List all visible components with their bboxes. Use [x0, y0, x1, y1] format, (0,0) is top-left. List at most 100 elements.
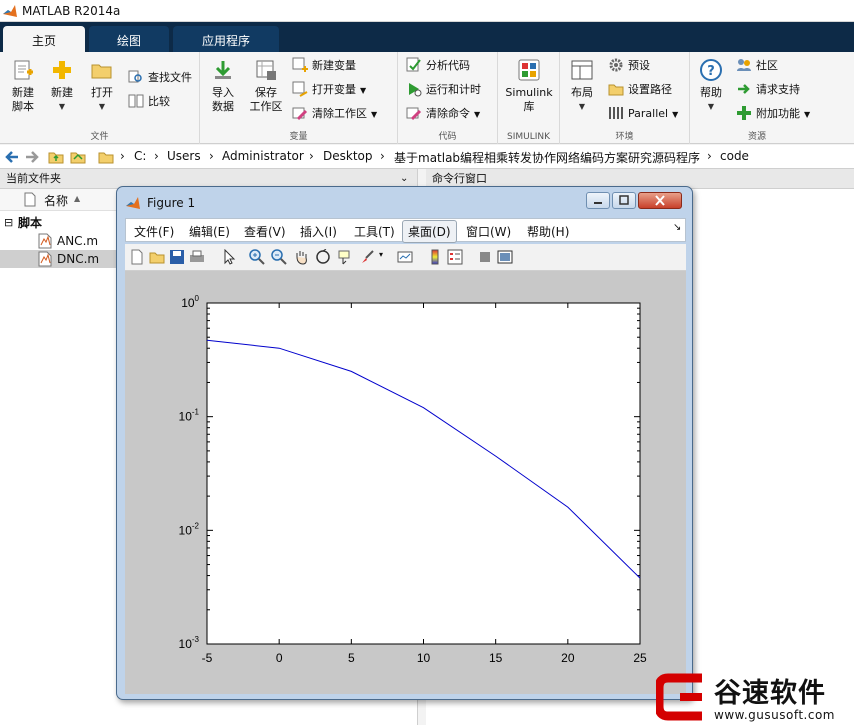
- browse-folder-icon[interactable]: [70, 149, 86, 165]
- zoom-in-icon[interactable]: [249, 249, 265, 265]
- parallel-label: Parallel: [628, 107, 669, 120]
- help-label: 帮助: [700, 86, 722, 99]
- path-segment[interactable]: Desktop: [323, 149, 373, 163]
- forward-arrow-icon[interactable]: [24, 149, 40, 165]
- group-title-file: 文件: [90, 132, 109, 142]
- new-script-button[interactable]: 新建 脚本: [4, 58, 42, 114]
- legend-icon[interactable]: [447, 249, 463, 265]
- request-support-button[interactable]: 请求支持: [736, 80, 800, 100]
- tab-apps[interactable]: 应用程序: [173, 26, 279, 52]
- x-tick-label: 5: [348, 651, 355, 665]
- preferences-button[interactable]: 预设: [608, 56, 650, 76]
- save-icon[interactable]: [169, 249, 185, 265]
- menu-file[interactable]: 文件(F): [134, 223, 174, 240]
- x-tick-label: -5: [202, 651, 213, 665]
- rotate-3d-icon[interactable]: [315, 249, 331, 265]
- maximize-icon: [619, 195, 629, 205]
- open-button[interactable]: 打开 ▼: [84, 58, 120, 114]
- help-button[interactable]: ? 帮助 ▼: [696, 58, 726, 114]
- pointer-icon[interactable]: [221, 249, 237, 265]
- hide-plot-tools-icon[interactable]: [477, 249, 493, 265]
- menu-window[interactable]: 窗口(W): [466, 223, 511, 240]
- colorbar-icon[interactable]: [427, 249, 443, 265]
- command-window-title: 命令行窗口: [432, 172, 487, 185]
- save-workspace-icon: [256, 60, 276, 80]
- ribbon-group-resources: ? 帮助 ▼ 社区 请求支持 附加功能 ▼ 资源: [690, 52, 824, 144]
- new-figure-icon[interactable]: [129, 249, 145, 265]
- parallel-button[interactable]: Parallel ▼: [608, 104, 678, 124]
- analyze-code-button[interactable]: 分析代码: [406, 56, 470, 76]
- name-column-header[interactable]: 名称: [44, 192, 68, 209]
- open-label: 打开: [91, 86, 113, 99]
- run-and-time-label: 运行和计时: [426, 83, 481, 96]
- show-plot-tools-icon[interactable]: [497, 249, 513, 265]
- y-tick-label: 10-3: [179, 635, 200, 651]
- menu-insert[interactable]: 插入(I): [300, 223, 337, 240]
- watermark-name: 谷速软件: [714, 678, 826, 709]
- figure-toolbar: ▾: [125, 244, 686, 271]
- path-segment[interactable]: Administrator: [222, 149, 304, 163]
- clear-workspace-icon: [292, 107, 308, 121]
- group-title-environment: 环境: [615, 132, 634, 142]
- menu-desktop[interactable]: 桌面(D): [402, 220, 457, 243]
- simulink-library-button[interactable]: Simulink 库: [502, 58, 556, 114]
- set-path-label: 设置路径: [628, 83, 672, 96]
- address-bar: › C: › Users › Administrator › Desktop ›…: [0, 145, 854, 169]
- community-button[interactable]: 社区: [736, 56, 778, 76]
- zoom-out-icon[interactable]: [271, 249, 287, 265]
- tab-home[interactable]: 主页: [3, 26, 85, 52]
- minimize-button[interactable]: [586, 192, 610, 209]
- path-segment[interactable]: C:: [134, 149, 146, 163]
- figure-titlebar[interactable]: Figure 1: [117, 187, 692, 217]
- close-button[interactable]: [638, 192, 682, 209]
- tab-plots[interactable]: 绘图: [89, 26, 169, 52]
- open-variable-button[interactable]: 打开变量 ▼: [292, 80, 366, 100]
- set-path-button[interactable]: 设置路径: [608, 80, 672, 100]
- path-separator-icon: ›: [154, 149, 159, 163]
- up-folder-icon[interactable]: [48, 149, 64, 165]
- preferences-label: 预设: [628, 59, 650, 72]
- path-segment[interactable]: 基于matlab编程相乘转发协作网络编码方案研究源码程序: [394, 149, 700, 166]
- watermark-url: www.gususoft.com: [714, 708, 835, 722]
- clear-workspace-button[interactable]: 清除工作区 ▼: [292, 104, 377, 124]
- import-data-label: 导入 数据: [212, 86, 234, 113]
- find-files-button[interactable]: 查找文件: [128, 68, 192, 88]
- chevron-down-icon[interactable]: ▾: [379, 250, 387, 266]
- data-cursor-icon[interactable]: [337, 249, 353, 265]
- menu-view[interactable]: 查看(V): [244, 223, 286, 240]
- run-and-time-button[interactable]: 运行和计时: [406, 80, 481, 100]
- path-segment[interactable]: code: [720, 149, 749, 163]
- compare-label: 比较: [148, 95, 170, 108]
- path-separator-icon: ›: [380, 149, 385, 163]
- menu-edit[interactable]: 编辑(E): [189, 223, 230, 240]
- minimize-icon: [594, 202, 602, 204]
- matlab-logo-icon: [3, 5, 17, 17]
- maximize-button[interactable]: [612, 192, 636, 209]
- open-file-icon[interactable]: [149, 249, 165, 265]
- ribbon-group-file: 新建 脚本 新建 ▼ 打开 ▼ 查找文件 比较 文件: [0, 52, 200, 144]
- layout-button[interactable]: 布局 ▼: [566, 58, 598, 114]
- save-workspace-button[interactable]: 保存 工作区: [246, 58, 286, 114]
- x-tick-label: 15: [489, 651, 503, 665]
- compare-button[interactable]: 比较: [128, 92, 170, 112]
- link-plot-icon[interactable]: [397, 249, 413, 265]
- new-button[interactable]: 新建 ▼: [45, 58, 79, 114]
- back-arrow-icon[interactable]: [4, 149, 20, 165]
- watermark-logo-icon: [656, 673, 702, 721]
- chevron-down-icon: ▼: [98, 102, 106, 111]
- clear-commands-button[interactable]: 清除命令 ▼: [406, 104, 480, 124]
- request-support-label: 请求支持: [756, 83, 800, 96]
- print-icon[interactable]: [189, 249, 205, 265]
- addons-button[interactable]: 附加功能 ▼: [736, 104, 810, 124]
- brush-icon[interactable]: [359, 249, 375, 265]
- menu-tools[interactable]: 工具(T): [354, 223, 395, 240]
- help-icon: ?: [700, 59, 722, 81]
- collapse-icon[interactable]: ⊟: [4, 214, 13, 232]
- pan-hand-icon[interactable]: [293, 249, 309, 265]
- path-segment[interactable]: Users: [167, 149, 201, 163]
- new-variable-button[interactable]: 新建变量: [292, 56, 356, 76]
- import-data-button[interactable]: 导入 数据: [206, 58, 240, 114]
- dock-arrow-icon[interactable]: ↘: [673, 222, 681, 233]
- watermark: 谷速软件 www.gususoft.com: [654, 668, 854, 725]
- menu-help[interactable]: 帮助(H): [527, 223, 569, 240]
